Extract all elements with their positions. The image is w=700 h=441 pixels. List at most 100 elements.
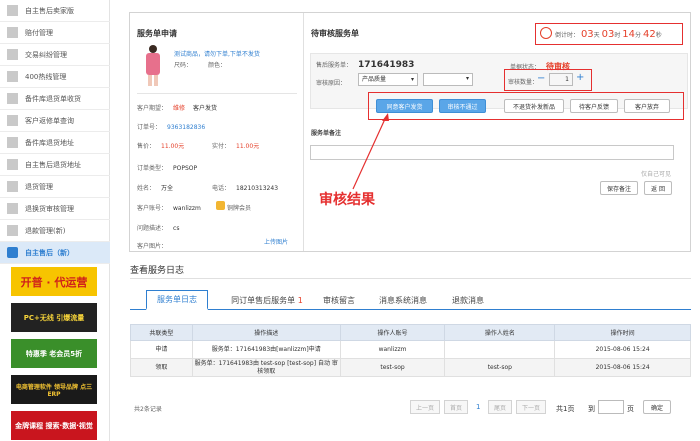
menu-icon	[7, 159, 18, 170]
paid-field: 实付： 11.00元	[212, 143, 260, 150]
price-field: 售价： 11.00元	[137, 143, 185, 150]
menu-icon	[7, 181, 18, 192]
expect-field: 客户期望： 维修 客户发货	[137, 105, 217, 112]
customer-abandon-button[interactable]: 客户放弃	[624, 99, 670, 113]
menu-icon	[7, 203, 18, 214]
sidebar-item[interactable]: 退款管理(新)	[0, 220, 110, 242]
tab-service-log[interactable]: 服务单日志	[146, 290, 208, 310]
remark-label: 服务单备注	[311, 130, 342, 137]
member-badge-icon	[216, 201, 225, 210]
service-panel: 服务单申请 测试商品，请勿下单,下单不发货 尺码： 颜色： 客户期望： 维修 客户…	[129, 12, 691, 252]
log-table: 共联类型 操作描述 操作人账号 操作人姓名 操作时间 申请 服务单：171641…	[130, 324, 691, 377]
upload-image-link[interactable]: 上传图片	[264, 237, 288, 246]
ad-banner[interactable]: 金牌课程 搜索·数据·视觉	[11, 411, 97, 440]
color-label: 颜色：	[208, 62, 227, 69]
ad-banner[interactable]: PC+无线 引爆流量	[11, 303, 97, 332]
reason-select[interactable]: 产品质量 ▾	[358, 73, 418, 86]
page-unit: 页	[627, 405, 634, 413]
chevron-down-icon: ▾	[465, 75, 469, 82]
qty-minus-button[interactable]: −	[537, 73, 547, 86]
reject-button[interactable]: 审核不通过	[439, 99, 486, 113]
menu-icon	[7, 27, 18, 38]
customer-images-label: 客户图片：	[137, 243, 168, 250]
member-level: 铜牌会员	[227, 205, 252, 212]
column-header: 操作人姓名	[444, 324, 556, 341]
quantity-stepper[interactable]: 1	[549, 73, 573, 86]
chevron-down-icon: ▾	[410, 76, 414, 83]
table-row: 领取 服务单：171641983由 test-sop [test-sop] 自动…	[130, 358, 691, 377]
sidebar-item[interactable]: 备件库退货单收货	[0, 88, 110, 110]
table-row: 申请 服务单：171641983由[wanlizzm]申请 wanlizzm 2…	[130, 340, 691, 359]
ad-banner[interactable]: 开普 · 代运营	[11, 267, 97, 296]
sidebar-item[interactable]: 赔付管理	[0, 22, 110, 44]
last-page-button[interactable]: 尾页	[488, 400, 512, 414]
tab-refund-message[interactable]: 退款消息	[447, 290, 489, 310]
apply-column: 服务单申请 测试商品，请勿下单,下单不发货 尺码： 颜色： 客户期望： 维修 客户…	[130, 13, 304, 251]
column-header: 共联类型	[130, 324, 193, 341]
product-desc[interactable]: 测试商品，请勿下单,下单不发货	[174, 49, 260, 58]
back-button[interactable]: 返 回	[644, 181, 672, 195]
menu-icon	[7, 115, 18, 126]
current-page[interactable]: 1	[476, 403, 480, 411]
product-image	[140, 43, 166, 87]
tab-same-order[interactable]: 同订单售后服务单 1	[217, 290, 317, 310]
review-reason-label: 审核原因：	[316, 80, 347, 87]
sidebar-item[interactable]: 自主售后卖家版	[0, 0, 110, 22]
size-label: 尺码：	[174, 62, 193, 69]
order-no-link[interactable]: 9363182836	[167, 124, 205, 131]
divider	[137, 93, 297, 94]
log-title: 查看服务日志	[130, 266, 185, 276]
menu-icon	[7, 137, 18, 148]
sidebar: 自主售后卖家版 赔付管理 交易纠纷管理 400热线管理 备件库退货单收货 客户返…	[0, 0, 110, 441]
annotation-label: 审核结果	[319, 192, 375, 208]
order-no-field: 订单号： 9363182836	[137, 124, 206, 131]
goto-page-input[interactable]	[598, 400, 624, 414]
next-page-button[interactable]: 下一页	[516, 400, 546, 414]
await-feedback-button[interactable]: 待客户反馈	[570, 99, 618, 113]
alarm-clock-icon	[540, 27, 552, 39]
confirm-page-button[interactable]: 确定	[643, 400, 671, 414]
total-pages: 共1页	[556, 405, 575, 413]
sidebar-item[interactable]: 退货管理	[0, 176, 110, 198]
sidebar-item[interactable]: 自主售后退货地址	[0, 154, 110, 176]
menu-icon	[7, 71, 18, 82]
ad-banner[interactable]: 电商管理软件 领导品牌 点三ERP	[11, 375, 97, 404]
menu-icon	[7, 49, 18, 60]
tab-review-message[interactable]: 审核留言	[318, 290, 360, 310]
sub-reason-select[interactable]: ▾	[423, 73, 473, 86]
save-remark-button[interactable]: 保存备注	[600, 181, 638, 195]
apply-title: 服务单申请	[137, 29, 177, 38]
menu-icon	[7, 93, 18, 104]
sidebar-item[interactable]: 备件库退货地址	[0, 132, 110, 154]
phone-field: 电话： 18210313243	[212, 185, 279, 192]
menu-icon	[7, 247, 18, 258]
sidebar-item[interactable]: 交易纠纷管理	[0, 44, 110, 66]
ad-banner[interactable]: 特惠季 老会员5折	[11, 339, 97, 368]
first-page-button[interactable]: 首页	[444, 400, 468, 414]
divider	[130, 278, 691, 279]
qty-label: 审核数量：	[508, 79, 539, 86]
resend-new-button[interactable]: 不退货补发新品	[504, 99, 564, 113]
approve-ship-button[interactable]: 同意客户发货	[376, 99, 433, 113]
annotation-arrow-icon	[352, 113, 389, 190]
column-header: 操作描述	[191, 324, 341, 341]
menu-icon	[7, 225, 18, 236]
total-records: 共2条记录	[134, 406, 162, 413]
column-header: 操作时间	[554, 324, 691, 341]
sidebar-item-active[interactable]: 自主售后（新）	[0, 242, 110, 264]
menu-icon	[7, 5, 18, 16]
problem-field: 问题描述： cs	[137, 225, 180, 232]
goto-label: 到	[588, 405, 595, 413]
sidebar-item[interactable]: 400热线管理	[0, 66, 110, 88]
review-title: 待审核服务单	[311, 29, 359, 38]
order-type-field: 订单类型： POPSOP	[137, 165, 198, 172]
name-field: 姓名： 万全	[137, 185, 174, 192]
qty-plus-button[interactable]: +	[576, 72, 586, 85]
tab-system-message[interactable]: 消息系统消息	[372, 290, 434, 310]
sidebar-item[interactable]: 退换货审核管理	[0, 198, 110, 220]
column-header: 操作人账号	[339, 324, 446, 341]
account-field: 客户账号： wanlizzm	[137, 205, 201, 212]
prev-page-button[interactable]: 上一页	[410, 400, 440, 414]
sidebar-item[interactable]: 客户返修单查询	[0, 110, 110, 132]
remark-hint: 仅自己可见	[641, 171, 672, 178]
